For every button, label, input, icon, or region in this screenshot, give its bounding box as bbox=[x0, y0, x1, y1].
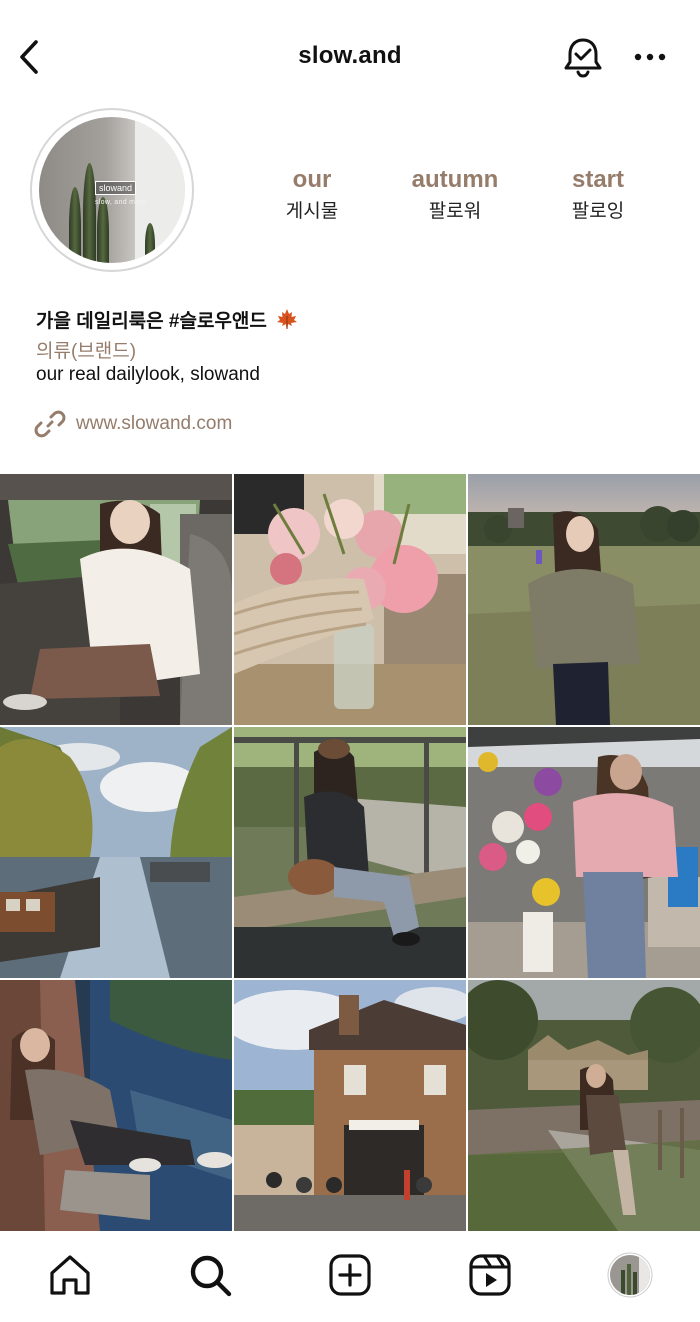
bio-category: 의류(브랜드) bbox=[36, 341, 137, 362]
stat-posts[interactable]: our 게시물 bbox=[237, 166, 387, 223]
posts-grid bbox=[0, 474, 700, 1231]
grid-post-8[interactable] bbox=[234, 980, 466, 1231]
avatar-logo-tag: slowand bbox=[95, 181, 137, 195]
search-icon[interactable] bbox=[187, 1252, 233, 1298]
bio-name-text: 가을 데일리룩은 #슬로우앤드 bbox=[36, 311, 267, 332]
bottom-tab-bar bbox=[0, 1232, 700, 1322]
grid-post-2[interactable] bbox=[234, 474, 466, 725]
top-navigation-bar: slow.and bbox=[0, 0, 700, 110]
link-icon bbox=[34, 410, 66, 438]
grid-post-6[interactable] bbox=[468, 727, 700, 978]
reels-icon[interactable] bbox=[467, 1252, 513, 1298]
grid-post-3[interactable] bbox=[468, 474, 700, 725]
grid-post-7[interactable] bbox=[0, 980, 232, 1231]
stat-followers[interactable]: autumn 팔로워 bbox=[380, 166, 530, 223]
avatar-subtext: slow, and more bbox=[95, 199, 147, 206]
home-icon[interactable] bbox=[47, 1252, 93, 1298]
stat-followers-label: 팔로워 bbox=[428, 201, 482, 222]
grid-post-1[interactable] bbox=[0, 474, 232, 725]
maple-leaf-icon bbox=[276, 308, 298, 330]
grid-post-4[interactable] bbox=[0, 727, 232, 978]
stat-following-label: 팔로잉 bbox=[571, 201, 625, 222]
add-post-icon[interactable] bbox=[327, 1252, 373, 1298]
bio-link-text: www.slowand.com bbox=[76, 413, 233, 434]
profile-avatar[interactable] bbox=[607, 1252, 653, 1298]
grid-post-5[interactable] bbox=[234, 727, 466, 978]
avatar-image: slowand slow, and more bbox=[39, 117, 185, 263]
stat-followers-value: autumn bbox=[411, 166, 499, 193]
stat-following[interactable]: start 팔로잉 bbox=[523, 166, 673, 223]
stat-following-value: start bbox=[571, 166, 625, 193]
bio-description: our real dailylook, slowand bbox=[36, 364, 260, 385]
stat-posts-label: 게시물 bbox=[285, 201, 339, 222]
stat-posts-value: our bbox=[292, 166, 332, 193]
profile-avatar-large[interactable]: slowand slow, and more bbox=[30, 108, 194, 272]
bio-name: 가을 데일리룩은 #슬로우앤드 bbox=[36, 306, 298, 333]
bio-link[interactable]: www.slowand.com bbox=[34, 408, 232, 440]
bell-check-icon[interactable] bbox=[562, 35, 604, 79]
grid-post-9[interactable] bbox=[468, 980, 700, 1231]
more-horizontal-icon[interactable] bbox=[632, 44, 668, 70]
